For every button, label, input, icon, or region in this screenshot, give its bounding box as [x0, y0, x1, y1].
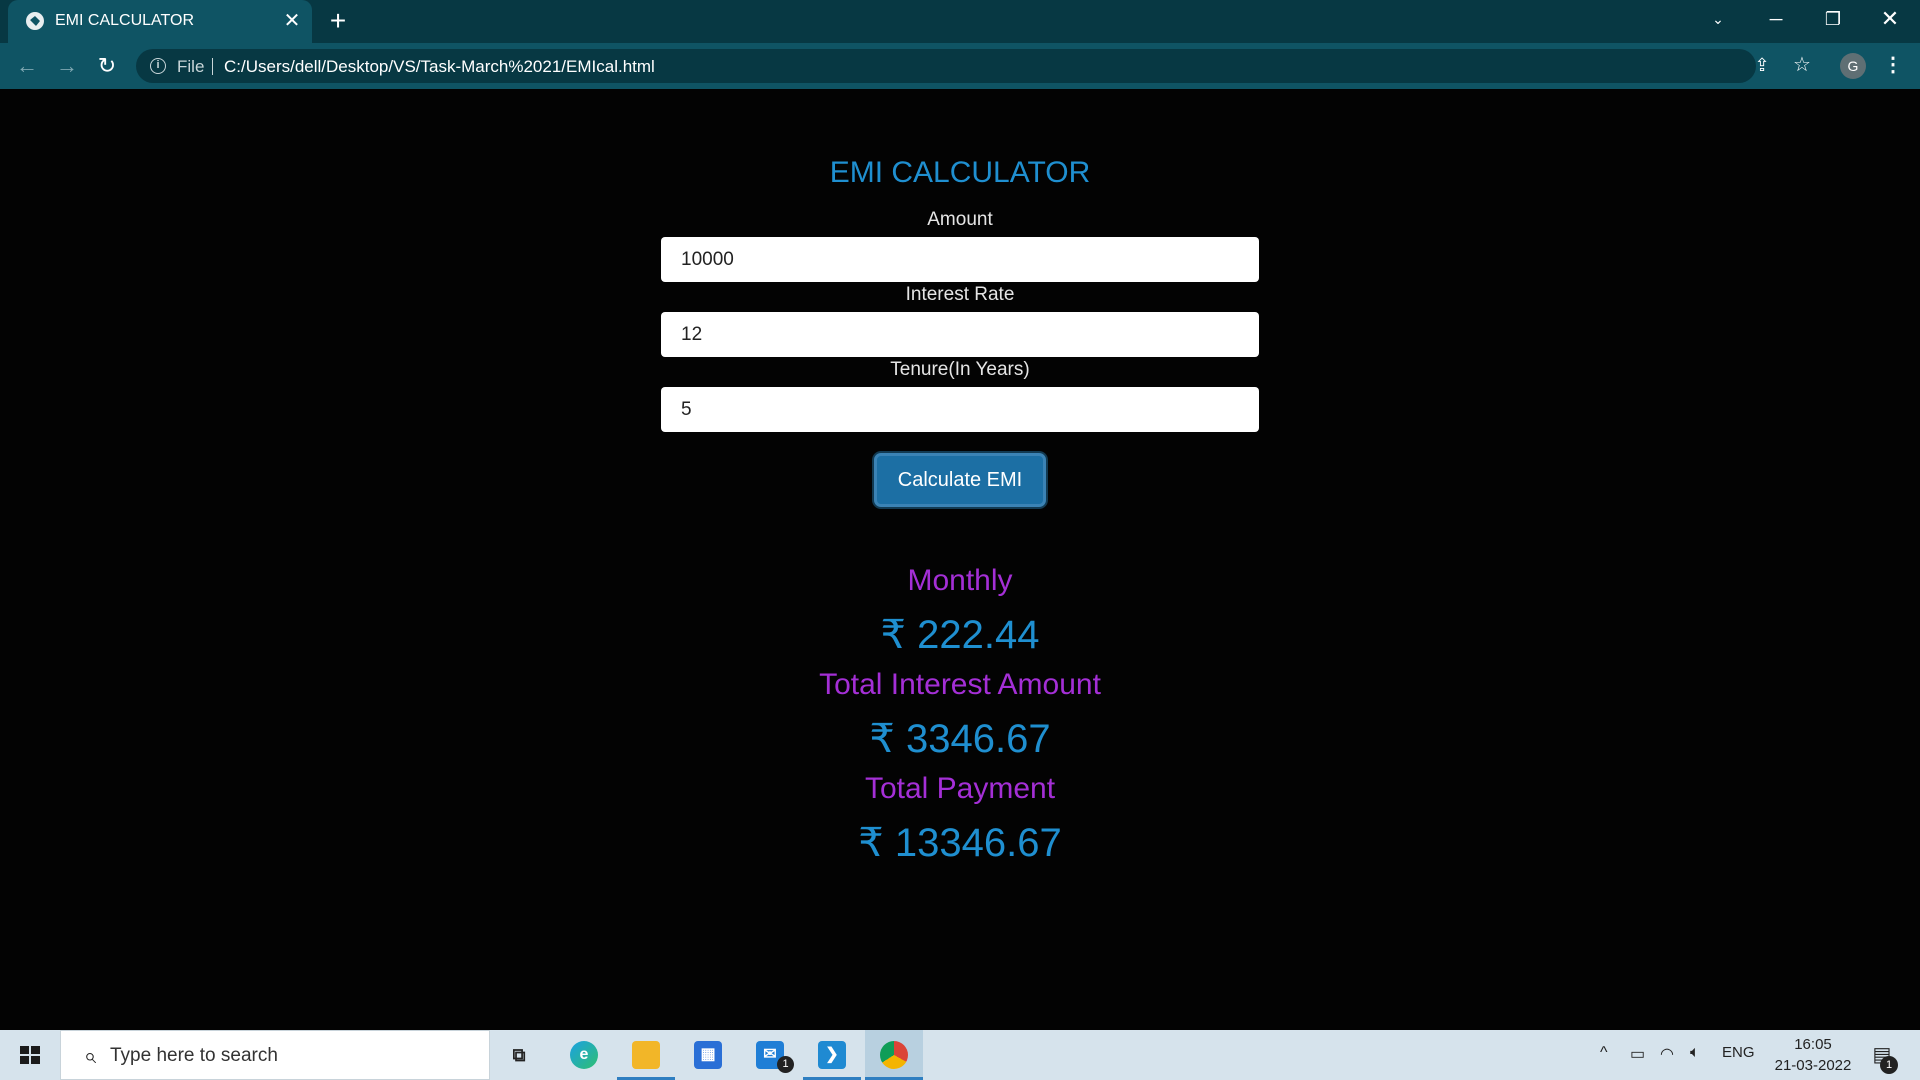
calculate-emi-button[interactable]: Calculate EMI: [874, 453, 1046, 507]
address-bar[interactable]: i File C:/Users/dell/Desktop/VS/Task-Mar…: [136, 49, 1756, 83]
language-indicator[interactable]: ENG: [1722, 1044, 1755, 1061]
battery-icon[interactable]: ▭: [1630, 1044, 1645, 1064]
taskbar-search[interactable]: ⌕ Type here to search: [60, 1030, 490, 1080]
restore-icon[interactable]: ❐: [1805, 0, 1861, 38]
vscode-icon: ❯: [818, 1041, 846, 1069]
browser-tab[interactable]: EMI CALCULATOR ✕: [8, 0, 312, 43]
globe-icon: [26, 12, 44, 30]
tenure-input[interactable]: [661, 387, 1259, 432]
windows-logo-icon: [20, 1046, 40, 1064]
close-tab-icon[interactable]: ✕: [280, 9, 304, 33]
tab-title: EMI CALCULATOR: [55, 12, 194, 29]
info-icon[interactable]: i: [150, 58, 166, 74]
clock-time[interactable]: 16:05: [1785, 1036, 1841, 1053]
mail-badge: 1: [777, 1056, 794, 1073]
task-view-icon: ⧉: [512, 1045, 526, 1065]
address-separator: [212, 58, 213, 75]
share-icon[interactable]: ⇪: [1748, 51, 1776, 79]
task-view-button[interactable]: ⧉: [490, 1030, 548, 1080]
interest-rate-label: Interest Rate: [905, 284, 1015, 305]
taskbar: ⌕ Type here to search ⧉ e ▦ ✉ 1 ❯ ^ ▭ ◠ …: [0, 1030, 1920, 1080]
total-payment-label: Total Payment: [864, 772, 1056, 805]
browser-toolbar: ← → ↻ i File C:/Users/dell/Desktop/VS/Ta…: [0, 43, 1920, 89]
edge-button[interactable]: e: [555, 1030, 613, 1080]
folder-icon: [632, 1041, 660, 1069]
kebab-menu-icon[interactable]: ⋮: [1880, 51, 1906, 79]
browser-tabstrip: EMI CALCULATOR ✕ + ⌄ ─ ❐ ✕: [0, 0, 1920, 43]
volume-icon[interactable]: 🔈︎: [1690, 1044, 1700, 1062]
chrome-icon: [880, 1041, 908, 1069]
start-button[interactable]: [0, 1030, 60, 1080]
amount-input[interactable]: [661, 237, 1259, 282]
store-button[interactable]: ▦: [679, 1030, 737, 1080]
total-interest-value: ₹ 3346.67: [869, 717, 1051, 761]
file-explorer-button[interactable]: [617, 1030, 675, 1080]
mail-button[interactable]: ✉ 1: [741, 1030, 799, 1080]
total-interest-label: Total Interest Amount: [819, 668, 1101, 701]
tenure-label: Tenure(In Years): [890, 359, 1030, 380]
amount-label: Amount: [927, 209, 993, 230]
wifi-icon[interactable]: ◠: [1660, 1044, 1674, 1064]
minimize-icon[interactable]: ─: [1748, 0, 1804, 38]
search-placeholder: Type here to search: [110, 1045, 278, 1066]
bookmark-star-icon[interactable]: ☆: [1788, 51, 1816, 79]
interest-rate-input[interactable]: [661, 312, 1259, 357]
show-hidden-icons-icon[interactable]: ^: [1600, 1044, 1608, 1062]
back-arrow-icon[interactable]: ←: [12, 51, 42, 81]
new-tab-button[interactable]: +: [324, 7, 352, 35]
window-close-icon[interactable]: ✕: [1862, 0, 1918, 38]
search-icon: ⌕: [83, 1043, 97, 1068]
chrome-button[interactable]: [865, 1030, 923, 1080]
profile-avatar[interactable]: G: [1840, 53, 1866, 79]
store-icon: ▦: [694, 1041, 722, 1069]
monthly-label: Monthly: [907, 564, 1013, 597]
url-text[interactable]: C:/Users/dell/Desktop/VS/Task-March%2021…: [224, 57, 655, 77]
forward-arrow-icon[interactable]: →: [52, 51, 82, 81]
clock-date[interactable]: 21-03-2022: [1763, 1057, 1863, 1074]
scheme-label: File: [177, 57, 205, 76]
page-content: EMI CALCULATOR Amount Interest Rate Tenu…: [0, 89, 1920, 1030]
reload-icon[interactable]: ↻: [92, 51, 122, 81]
notification-badge: 1: [1880, 1056, 1898, 1074]
total-payment-value: ₹ 13346.67: [858, 821, 1062, 865]
edge-icon: e: [570, 1041, 598, 1069]
page-title: EMI CALCULATOR: [829, 156, 1091, 189]
vscode-button[interactable]: ❯: [803, 1030, 861, 1080]
tab-search-icon[interactable]: ⌄: [1690, 0, 1746, 38]
monthly-value: ₹ 222.44: [880, 613, 1040, 657]
